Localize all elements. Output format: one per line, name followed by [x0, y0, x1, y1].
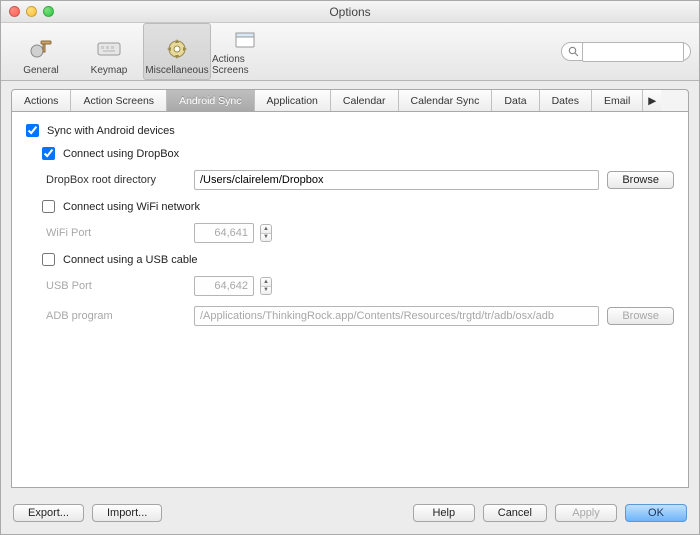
zoom-icon[interactable]	[43, 6, 54, 17]
dropbox-checkbox[interactable]	[42, 147, 55, 160]
toolbar-actions-screens[interactable]: Actions Screens	[211, 23, 279, 80]
dropbox-root-input[interactable]	[194, 170, 599, 190]
options-window: Options General Keymap Miscellaneous Ac	[0, 0, 700, 535]
ok-button[interactable]: OK	[625, 504, 687, 522]
dropbox-root-row: DropBox root directory Browse	[46, 170, 674, 190]
wifi-port-stepper: ▲ ▼	[260, 224, 272, 242]
stepper-down-icon: ▼	[261, 234, 271, 242]
tabstrip: Actions Action Screens Android Sync Appl…	[11, 89, 689, 111]
adb-input	[194, 306, 599, 326]
search-input[interactable]	[582, 42, 684, 62]
sync-enable-checkbox[interactable]	[26, 124, 39, 137]
tab-actions[interactable]: Actions	[12, 90, 71, 111]
keyboard-icon	[94, 35, 124, 63]
adb-row: ADB program Browse	[46, 306, 674, 326]
dropbox-browse-button[interactable]: Browse	[607, 171, 674, 189]
footer: Export... Import... Help Cancel Apply OK	[1, 496, 699, 534]
export-button[interactable]: Export...	[13, 504, 84, 522]
traffic-lights	[1, 6, 54, 17]
chevron-right-icon: ▶	[648, 95, 656, 107]
adb-browse-button: Browse	[607, 307, 674, 325]
tab-scroll-right[interactable]: ▶	[643, 90, 661, 111]
stepper-up-icon: ▲	[261, 278, 271, 287]
tab-calendar[interactable]: Calendar	[331, 90, 399, 111]
wifi-port-row: WiFi Port ▲ ▼	[46, 223, 674, 243]
tab-action-screens[interactable]: Action Screens	[71, 90, 167, 111]
usb-port-row: USB Port ▲ ▼	[46, 276, 674, 296]
wifi-label: Connect using WiFi network	[63, 201, 200, 213]
apply-button: Apply	[555, 504, 617, 522]
wifi-checkbox[interactable]	[42, 200, 55, 213]
toolbar-general-label: General	[23, 65, 59, 76]
cancel-button[interactable]: Cancel	[483, 504, 547, 522]
android-sync-panel: Sync with Android devices Connect using …	[11, 111, 689, 488]
close-icon[interactable]	[9, 6, 20, 17]
wifi-port-input	[194, 223, 254, 243]
sync-enable-label: Sync with Android devices	[47, 125, 175, 137]
tab-dates[interactable]: Dates	[540, 90, 592, 111]
toolbar-miscellaneous[interactable]: Miscellaneous	[143, 23, 211, 80]
usb-port-stepper: ▲ ▼	[260, 277, 272, 295]
stepper-up-icon: ▲	[261, 225, 271, 234]
adb-label: ADB program	[46, 310, 186, 322]
search-icon	[568, 46, 579, 57]
toolbar-screens-label: Actions Screens	[212, 54, 278, 76]
dropbox-label: Connect using DropBox	[63, 148, 179, 160]
window-icon	[230, 28, 260, 52]
dropbox-root-label: DropBox root directory	[46, 174, 186, 186]
wifi-port-label: WiFi Port	[46, 227, 186, 239]
usb-label: Connect using a USB cable	[63, 254, 198, 266]
toolbar-misc-label: Miscellaneous	[145, 65, 208, 76]
window-title: Options	[1, 5, 699, 19]
toolbar-search[interactable]	[561, 42, 691, 61]
usb-row: Connect using a USB cable	[42, 253, 674, 266]
gear-icon	[26, 35, 56, 63]
toolbar: General Keymap Miscellaneous Actions Scr…	[1, 23, 699, 81]
usb-checkbox[interactable]	[42, 253, 55, 266]
sync-enable-row: Sync with Android devices	[26, 124, 674, 137]
misc-icon	[162, 35, 192, 63]
minimize-icon[interactable]	[26, 6, 37, 17]
toolbar-general[interactable]: General	[7, 23, 75, 80]
tab-calendar-sync[interactable]: Calendar Sync	[399, 90, 493, 111]
usb-port-label: USB Port	[46, 280, 186, 292]
stepper-down-icon: ▼	[261, 287, 271, 295]
toolbar-keymap[interactable]: Keymap	[75, 23, 143, 80]
import-button[interactable]: Import...	[92, 504, 162, 522]
tab-application[interactable]: Application	[255, 90, 331, 111]
tab-email[interactable]: Email	[592, 90, 643, 111]
toolbar-keymap-label: Keymap	[91, 65, 128, 76]
tab-data[interactable]: Data	[492, 90, 539, 111]
titlebar: Options	[1, 1, 699, 23]
help-button[interactable]: Help	[413, 504, 475, 522]
usb-port-input	[194, 276, 254, 296]
dropbox-row: Connect using DropBox	[42, 147, 674, 160]
tab-android-sync[interactable]: Android Sync	[167, 90, 254, 111]
wifi-row: Connect using WiFi network	[42, 200, 674, 213]
